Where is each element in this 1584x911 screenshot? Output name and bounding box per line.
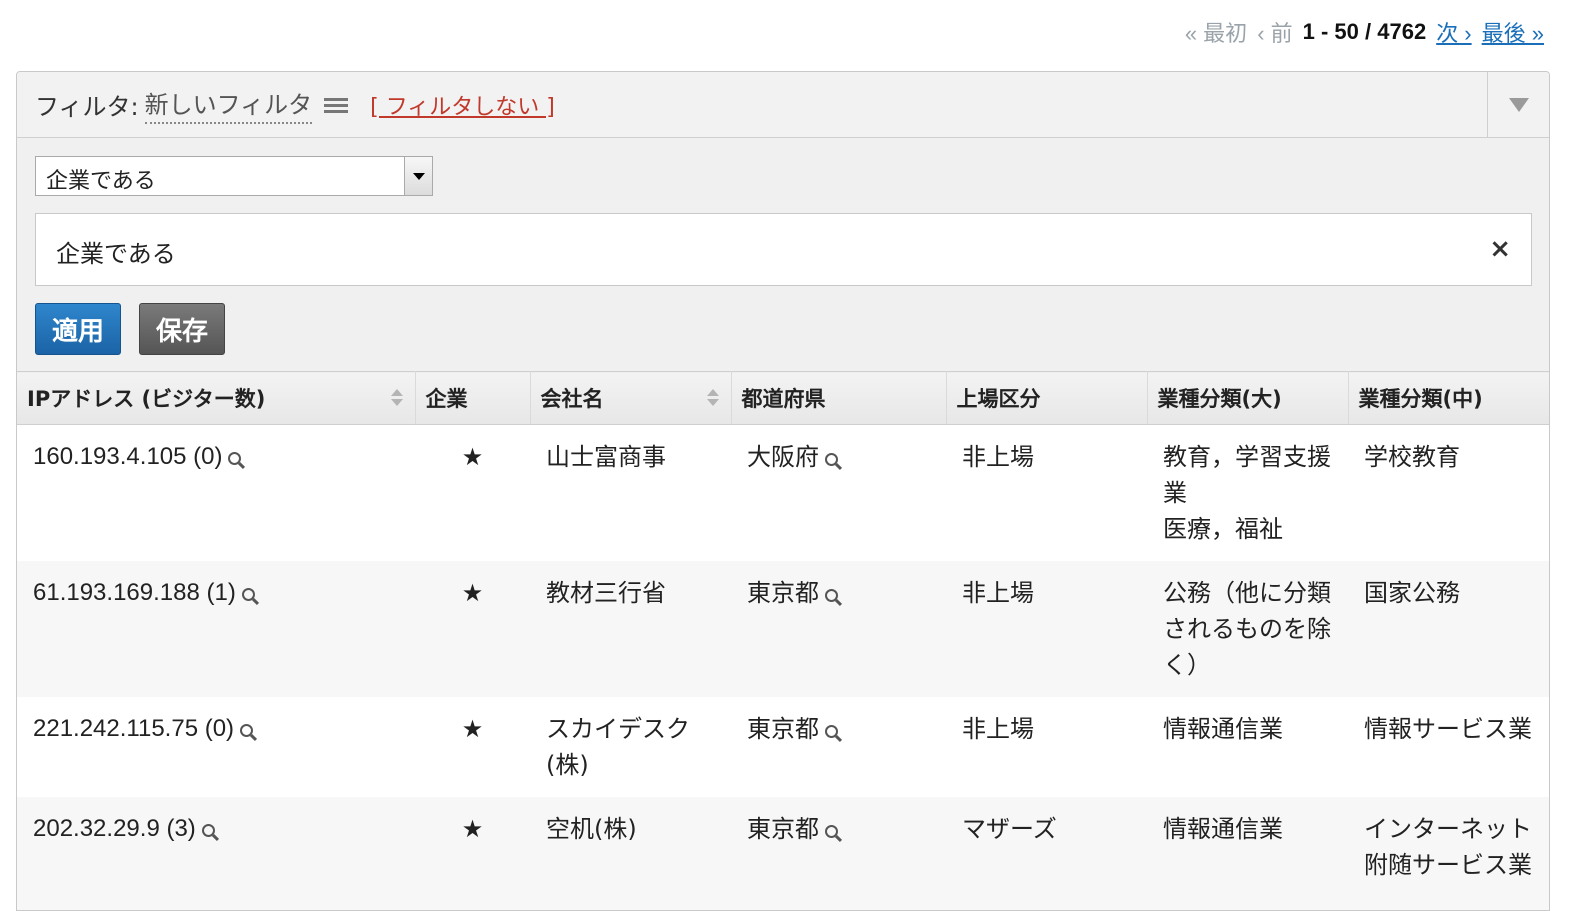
company-cell: 教材三行省 [530,561,731,697]
filter-label: フィルタ: [35,93,139,121]
col-listing: 上場区分 [946,371,1148,425]
pref-text: 東京都 [747,579,819,607]
search-icon[interactable] [201,824,215,837]
col-company-name-label: 会社名 [540,387,604,411]
company-cell: 空机(株) [530,797,731,910]
search-icon[interactable] [825,725,838,738]
pref-cell: 東京都 [731,797,946,910]
pref-cell: 東京都 [731,561,946,697]
ip-cell: 160.193.4.105 (0) [17,425,415,562]
listing-cell: 非上場 [946,561,1147,697]
listing-cell: 非上場 [962,715,1034,743]
last-page-link[interactable]: 最後 » [1482,16,1544,48]
filter-condition-select[interactable]: 企業である [35,156,433,196]
pagination: « 最初 ‹ 前 1 - 50 / 4762 次 › 最後 » [1185,16,1544,48]
save-button[interactable]: 保存 [139,303,225,355]
prev-page-link: ‹ 前 [1257,21,1293,46]
filter-header: フィルタ: 新しいフィルタ [ フィルタしない ] [17,72,1549,138]
pref-text: 東京都 [747,715,819,743]
no-filter-link[interactable]: [ フィルタしない ] [370,89,555,121]
first-page-link: « 最初 [1184,21,1248,46]
collapse-toggle[interactable] [1487,72,1549,137]
results-table: IPアドレス (ビジター数) 企業 会社名 都道府県 上場区分 業種分類(大) … [17,371,1549,910]
company-cell: 山士富商事 [546,443,666,471]
table-row: 221.242.115.75 (0) ★ スカイデスク(株) 東京都 非上場 情… [17,697,1549,797]
filter-condition-chip: 企業である × [35,213,1532,286]
ip-cell: 202.32.29.9 (3) [17,797,415,910]
table-row: 160.193.4.105 (0) ★ 山士富商事 大阪府 非上場 教育，学習支… [17,425,1549,562]
industry-medium-cell: 国家公務 [1348,561,1549,697]
col-industry-large: 業種分類(大) [1147,371,1349,425]
col-prefecture-label: 都道府県 [741,387,826,411]
col-company-flag: 企業 [415,371,531,425]
col-ip-label: IPアドレス (ビジター数) [27,387,266,411]
search-icon[interactable] [825,589,838,602]
search-icon[interactable] [240,724,254,737]
industry-large-cell: 公務（他に分類されるものを除く） [1147,561,1348,697]
close-icon[interactable]: × [1489,234,1511,264]
apply-button[interactable]: 適用 [35,303,121,355]
sort-icon[interactable] [390,389,403,407]
sort-icon[interactable] [706,389,719,407]
col-company-flag-label: 企業 [425,387,468,411]
ip-cell: 61.193.169.188 (1) [17,561,415,697]
chevron-down-icon[interactable] [404,157,432,195]
pref-cell: 大阪府 [731,425,946,562]
star-icon: ★ [461,443,484,471]
col-listing-label: 上場区分 [956,387,1041,411]
col-industry-medium: 業種分類(中) [1348,371,1549,425]
industry-large-cell: 情報通信業 [1163,715,1283,743]
table-row: 61.193.169.188 (1) ★ 教材三行省 東京都 非上場 公務（他に… [17,561,1549,697]
condition-text: 企業である [56,240,176,268]
select-value: 企業である [46,169,156,194]
col-company-name[interactable]: 会社名 [530,371,732,425]
industry-large-cell: 情報通信業 [1147,797,1348,910]
next-page-link[interactable]: 次 › [1436,16,1471,48]
pref-text: 大阪府 [747,443,819,471]
star-icon: ★ [415,561,530,697]
ip-text: 160.193.4.105 (0) [33,443,223,470]
search-icon[interactable] [825,825,838,838]
industry-large-cell: 教育，学習支援業 医療，福祉 [1163,443,1331,543]
col-prefecture: 都道府県 [731,371,947,425]
listing-cell: 非上場 [962,443,1034,471]
table-header-row: IPアドレス (ビジター数) 企業 会社名 都道府県 上場区分 業種分類(大) … [17,371,1549,425]
col-industry-large-label: 業種分類(大) [1157,387,1282,411]
list-icon[interactable] [324,97,349,115]
star-icon: ★ [415,797,530,910]
pref-cell: 東京都 [731,697,946,797]
ip-text: 202.32.29.9 (3) [33,815,196,842]
search-icon[interactable] [825,453,838,466]
ip-cell: 221.242.115.75 (0) [17,697,415,797]
triangle-down-icon [1508,97,1529,112]
industry-medium-cell: 情報サービス業 [1364,715,1532,743]
filter-name[interactable]: 新しいフィルタ [144,85,313,124]
pref-text: 東京都 [747,815,819,843]
industry-medium-cell: インターネット附随サービス業 [1348,797,1549,910]
filter-panel: フィルタ: 新しいフィルタ [ フィルタしない ] 企業である 企業である × … [16,71,1550,911]
ip-text: 61.193.169.188 (1) [33,579,236,606]
col-ip[interactable]: IPアドレス (ビジター数) [17,371,416,425]
ip-text: 221.242.115.75 (0) [33,715,235,742]
table-row: 202.32.29.9 (3) ★ 空机(株) 東京都 マザーズ 情報通信業 イ… [17,797,1549,910]
page-range: 1 - 50 / 4762 [1302,19,1427,44]
listing-cell: マザーズ [946,797,1147,910]
star-icon: ★ [461,715,484,743]
industry-medium-cell: 学校教育 [1364,443,1460,471]
company-cell: スカイデスク(株) [546,715,690,779]
search-icon[interactable] [228,452,242,465]
col-industry-medium-label: 業種分類(中) [1358,387,1483,411]
search-icon[interactable] [241,588,255,601]
